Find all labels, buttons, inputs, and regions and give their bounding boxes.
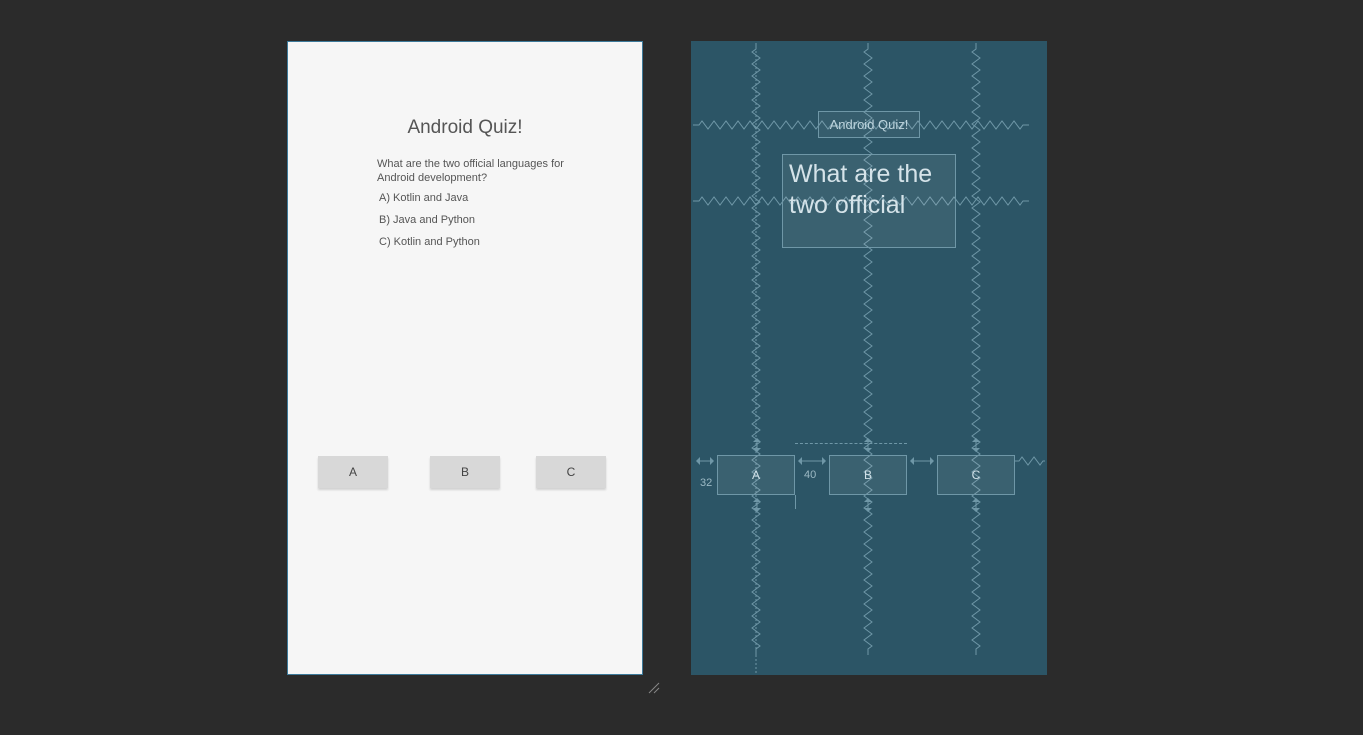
blueprint-question-textview[interactable]: What are the two official [782,154,956,248]
quiz-option-a-label: A) Kotlin and Java [379,192,468,204]
quiz-option-b-label: B) Java and Python [379,214,475,226]
constraint-spring-vertical [751,43,761,673]
blueprint-answer-a-button[interactable]: A [717,455,795,495]
constraint-arrow-horizontal [795,457,829,465]
answer-a-button[interactable]: A [318,456,388,488]
answer-b-button[interactable]: B [430,456,500,488]
constraint-spring-vertical [971,43,981,673]
constraint-arrow-horizontal [907,457,937,465]
constraint-arrow-vertical [864,435,872,455]
blueprint-title-textview[interactable]: Android Quiz! [818,111,920,138]
constraint-arrow-vertical [864,495,872,515]
answer-c-button[interactable]: C [536,456,606,488]
constraint-arrow-horizontal [693,457,717,465]
margin-value-gap: 40 [804,469,816,481]
constraint-guide-dashed [795,443,907,444]
quiz-option-c-label: C) Kotlin and Python [379,236,480,248]
quiz-question-label: What are the two official languages for … [377,157,567,185]
blueprint-answer-b-button[interactable]: B [829,455,907,495]
blueprint-answer-c-button[interactable]: C [937,455,1015,495]
margin-value-left: 32 [700,477,712,489]
design-preview-device[interactable]: Android Quiz! What are the two official … [287,41,643,675]
constraint-arrow-vertical [753,435,761,455]
constraint-arrow-vertical [753,495,761,515]
constraint-tick [795,495,796,509]
constraint-spring-horizontal [1015,456,1045,466]
constraint-arrow-vertical [972,435,980,455]
device-resize-handle[interactable] [646,680,660,694]
blueprint-preview-device[interactable]: Android Quiz! What are the two official … [691,41,1047,675]
quiz-title-label: Android Quiz! [288,117,642,139]
constraint-arrow-vertical [972,495,980,515]
layout-editor-canvas: Android Quiz! What are the two official … [0,0,1363,735]
